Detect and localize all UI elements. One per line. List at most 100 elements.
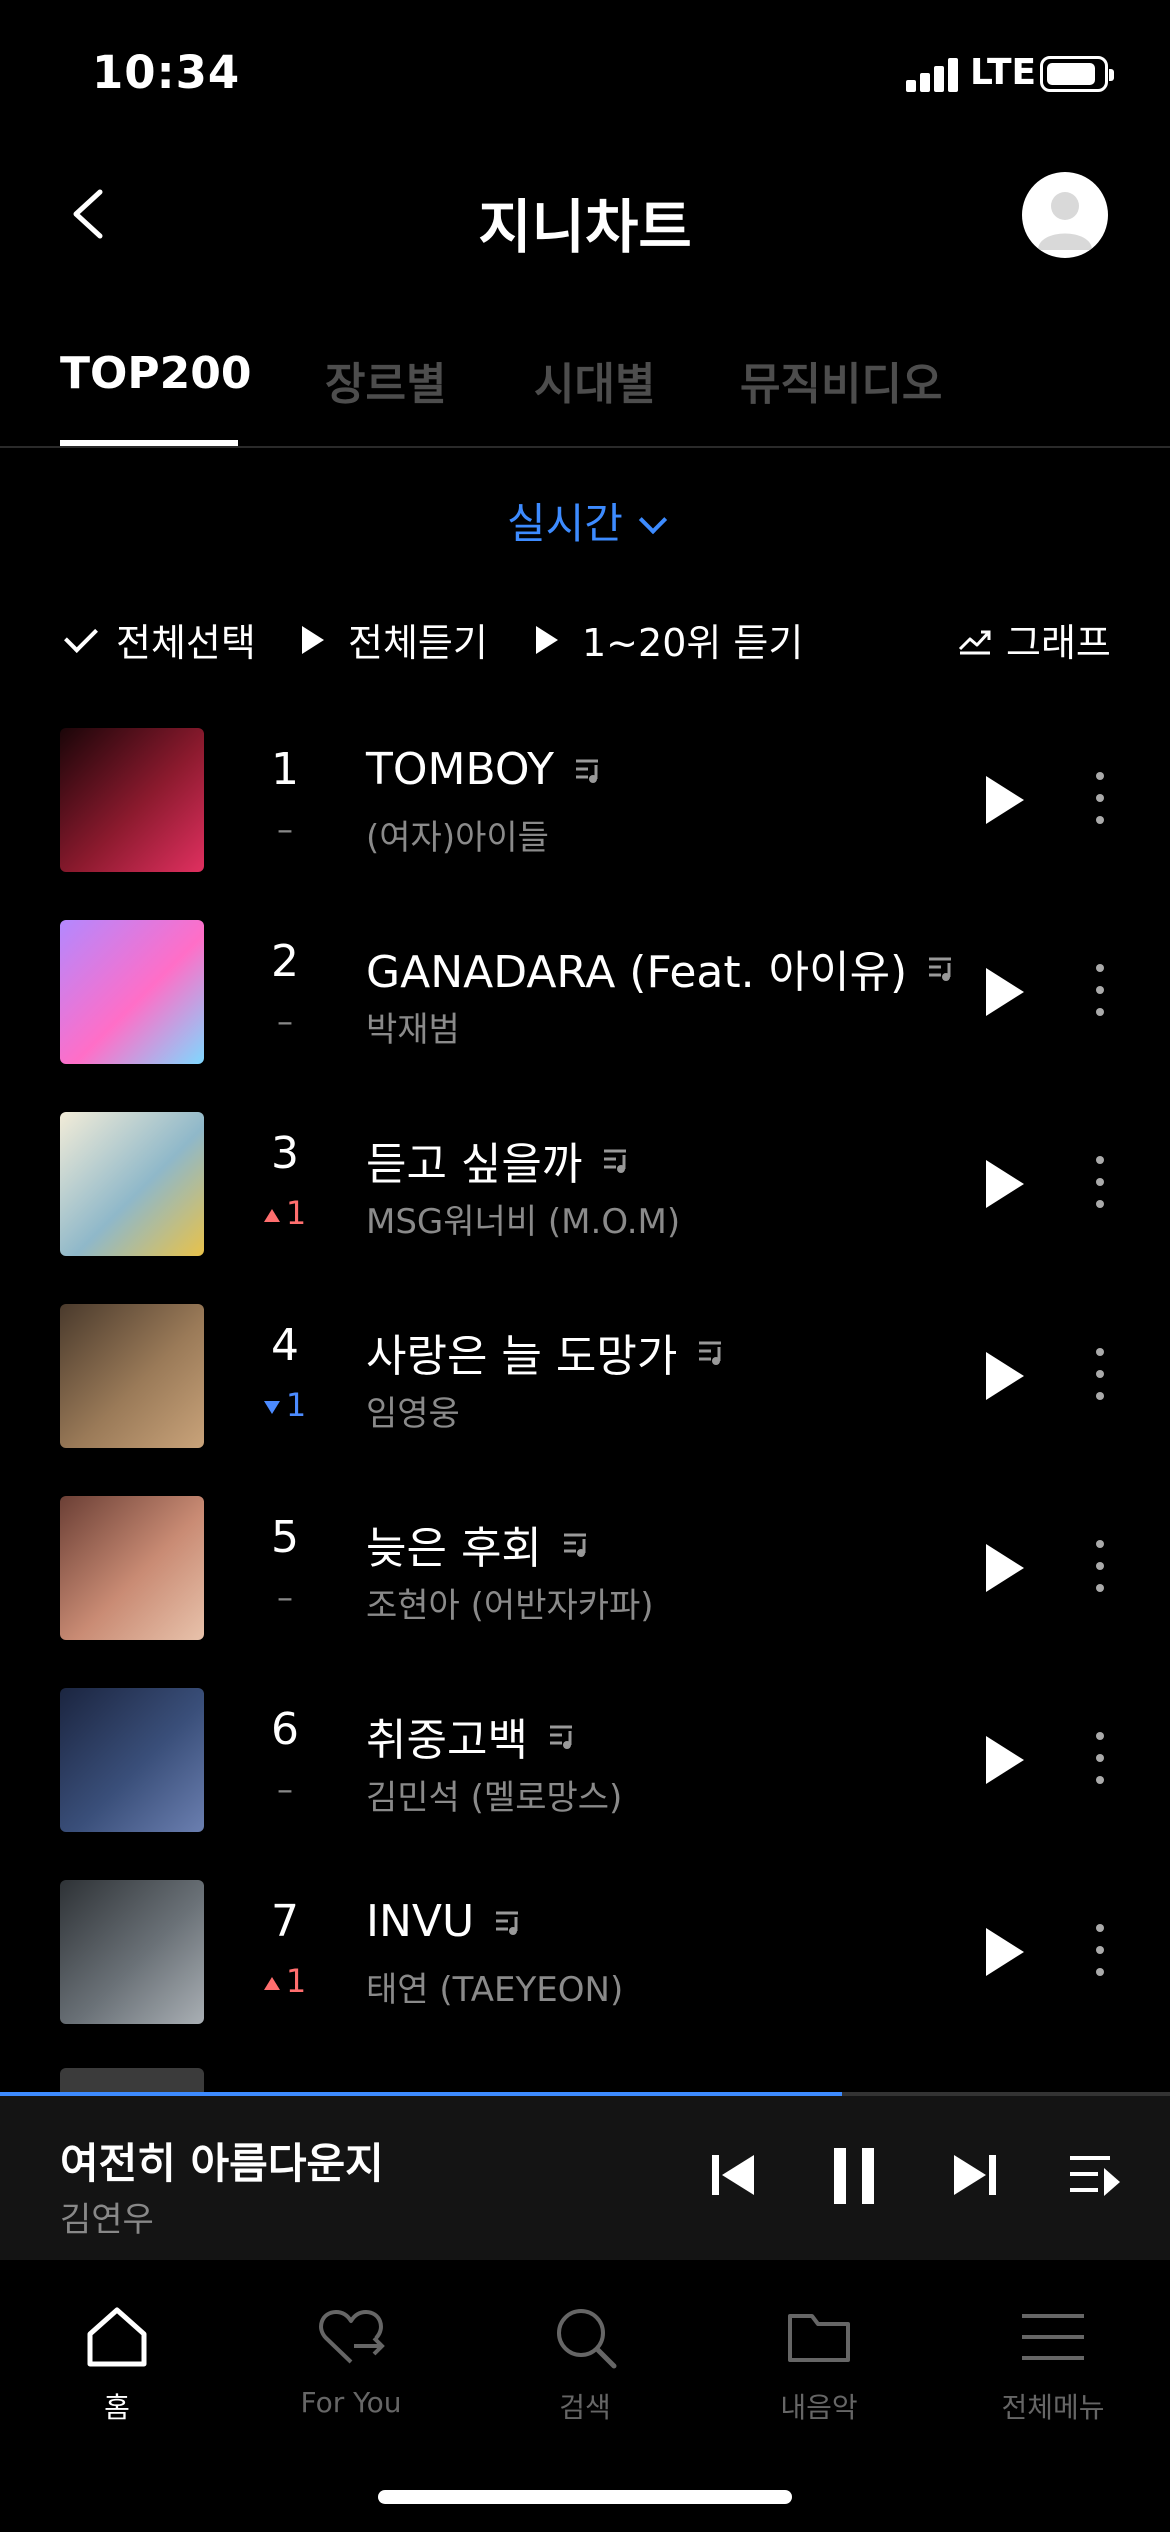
chart-row[interactable]: 3 1 듣고 싶을까 MSG워너비 (M.O.M) [0, 1104, 1170, 1296]
graph-label: 그래프 [1006, 621, 1111, 665]
chart-row[interactable]: 4 1 사랑은 늘 도망가 임영웅 [0, 1296, 1170, 1488]
artist-name[interactable]: 김민석 (멜로망스) [366, 1770, 622, 1819]
play-icon[interactable] [986, 1544, 1024, 1592]
nav-menu[interactable]: 전체메뉴 [936, 2302, 1170, 2426]
more-options-icon[interactable] [1090, 964, 1110, 1020]
rank-number: 4 [271, 1320, 299, 1371]
pause-icon[interactable] [826, 2146, 882, 2206]
now-playing-artist: 김연우 [60, 2200, 154, 2240]
lyrics-icon[interactable] [548, 1721, 578, 1751]
nav-for-you[interactable]: For You [234, 2302, 468, 2419]
song-title[interactable]: TOMBOY [366, 744, 604, 795]
rank-change: – [230, 810, 340, 848]
nav-search-label: 검색 [559, 2391, 611, 2424]
more-dot [1096, 1008, 1104, 1016]
more-options-icon[interactable] [1090, 1924, 1110, 1980]
play-icon[interactable] [986, 1160, 1024, 1208]
song-title[interactable]: 늦은 후회 [366, 1512, 592, 1576]
playlist-icon[interactable] [1068, 2152, 1122, 2198]
graph-button[interactable]: 그래프 [958, 612, 1111, 667]
lyrics-icon[interactable] [697, 1337, 727, 1367]
lyrics-icon[interactable] [562, 1529, 592, 1559]
play-icon[interactable] [986, 1928, 1024, 1976]
lyrics-icon[interactable] [927, 953, 957, 983]
album-art[interactable] [60, 1880, 204, 2024]
now-playing-title: 여전히 아름다운지 [60, 2139, 384, 2188]
artist-name[interactable]: (여자)아이들 [366, 810, 549, 859]
play-icon[interactable] [986, 1352, 1024, 1400]
song-title[interactable]: 듣고 싶을까 [366, 1128, 632, 1192]
artist-name[interactable]: MSG워너비 (M.O.M) [366, 1194, 680, 1243]
playback-progress[interactable] [0, 2092, 1170, 2096]
rank-change: – [230, 1002, 340, 1040]
check-icon [64, 618, 98, 653]
album-art[interactable] [60, 920, 204, 1064]
lyrics-icon[interactable] [602, 1145, 632, 1175]
more-dot [1096, 1540, 1104, 1548]
chart-row[interactable]: 2 – GANADARA (Feat. 아이유) 박재범 [0, 912, 1170, 1104]
song-title[interactable]: INVU [366, 1896, 524, 1947]
artist-name[interactable]: 박재범 [366, 1002, 460, 1051]
play-all-button[interactable]: 전체듣기 [302, 612, 488, 667]
mini-player[interactable]: 여전히 아름다운지 김연우 [0, 2092, 1170, 2260]
more-dot [1096, 1946, 1104, 1954]
chart-row[interactable]: 7 1 INVU 태연 (TAEYEON) [0, 1872, 1170, 2064]
chart-row[interactable]: 6 – 취중고백 김민석 (멜로망스) [0, 1680, 1170, 1872]
album-art[interactable] [60, 728, 204, 872]
album-art[interactable] [60, 1496, 204, 1640]
play-top20-button[interactable]: 1~20위 듣기 [536, 612, 803, 667]
next-icon[interactable] [950, 2150, 1000, 2200]
more-dot [1096, 1370, 1104, 1378]
more-options-icon[interactable] [1090, 1732, 1110, 1788]
album-art-peek [60, 2068, 204, 2092]
artist-name[interactable]: 태연 (TAEYEON) [366, 1962, 623, 2011]
artist-name[interactable]: 조현아 (어반자카파) [366, 1578, 654, 1627]
select-all-button[interactable]: 전체선택 [64, 612, 256, 667]
chart-row[interactable]: 1 – TOMBOY (여자)아이들 [0, 720, 1170, 912]
nav-my-music[interactable]: 내음악 [702, 2302, 936, 2426]
song-title[interactable]: GANADARA (Feat. 아이유) [366, 936, 957, 1000]
battery-icon [1040, 56, 1114, 92]
album-art[interactable] [60, 1688, 204, 1832]
more-options-icon[interactable] [1090, 1156, 1110, 1212]
previous-icon[interactable] [708, 2150, 758, 2200]
nav-home[interactable]: 홈 [0, 2302, 234, 2426]
more-options-icon[interactable] [1090, 1540, 1110, 1596]
rank-change: – [230, 1770, 340, 1808]
signal-icon [906, 58, 962, 92]
chart-row[interactable]: 5 – 늦은 후회 조현아 (어반자카파) [0, 1488, 1170, 1680]
play-icon[interactable] [986, 1736, 1024, 1784]
artist-name[interactable]: 임영웅 [366, 1386, 460, 1435]
song-title[interactable]: 사랑은 늘 도망가 [366, 1320, 727, 1384]
tab-genre[interactable]: 장르별 [325, 348, 446, 412]
more-options-icon[interactable] [1090, 1348, 1110, 1404]
play-top20-label: 1~20위 듣기 [582, 621, 804, 665]
chevron-down-icon [638, 505, 668, 535]
more-dot [1096, 1178, 1104, 1186]
status-bar: 10:34 LTE [0, 0, 1170, 150]
period-selector[interactable]: 실시간 [0, 490, 1170, 551]
more-options-icon[interactable] [1090, 772, 1110, 828]
lyrics-icon[interactable] [494, 1907, 524, 1937]
tab-era[interactable]: 시대별 [534, 348, 655, 412]
play-icon[interactable] [986, 968, 1024, 1016]
more-dot [1096, 816, 1104, 824]
album-art[interactable] [60, 1112, 204, 1256]
avatar[interactable] [1022, 172, 1108, 258]
play-icon[interactable] [986, 776, 1024, 824]
rank-change-value: 1 [285, 1194, 307, 1232]
rank-number: 1 [271, 744, 299, 795]
tab-top200[interactable]: TOP200 [60, 348, 252, 399]
more-dot [1096, 1562, 1104, 1570]
more-dot [1096, 772, 1104, 780]
album-art[interactable] [60, 1304, 204, 1448]
rank-change: 1 [230, 1962, 340, 2000]
rank-number: 3 [271, 1128, 299, 1179]
more-dot [1096, 1776, 1104, 1784]
song-title[interactable]: 취중고백 [366, 1704, 578, 1768]
rank-change: – [230, 1578, 340, 1616]
nav-search[interactable]: 검색 [468, 2302, 702, 2426]
lyrics-icon[interactable] [574, 755, 604, 785]
search-icon [557, 2309, 617, 2369]
tab-music-video[interactable]: 뮤직비디오 [740, 348, 942, 412]
